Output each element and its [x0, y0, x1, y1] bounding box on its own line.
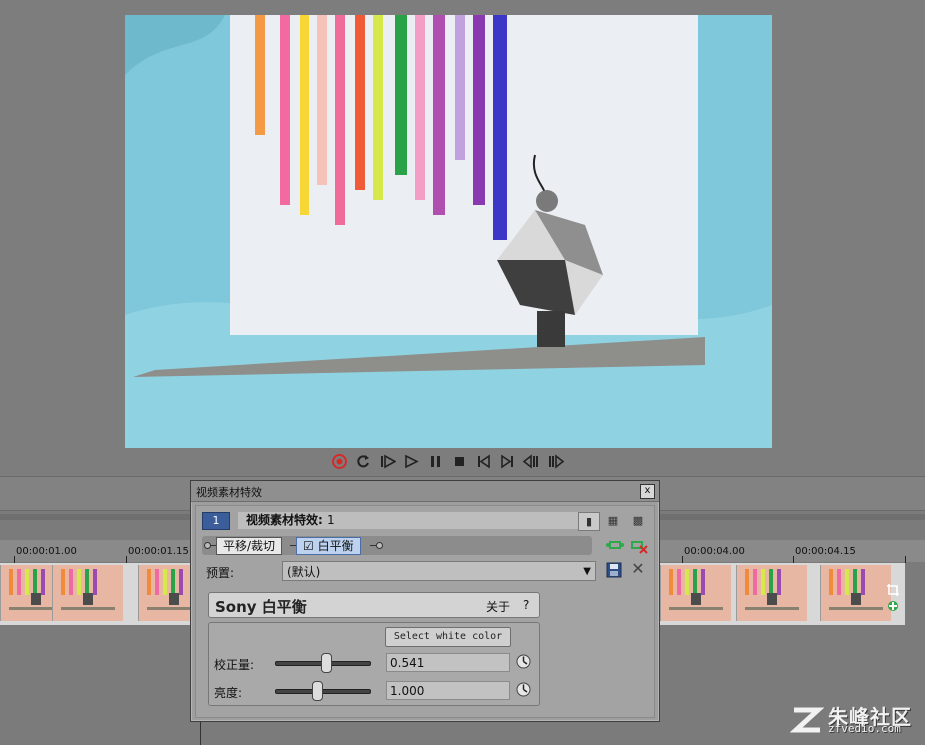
- ruler-tick: [793, 556, 794, 563]
- dialog-body: 1 视频素材特效: 1 ▮ ▦ ▩ 平移/裁切 ☑ 白平衡 预置: (默认) ▼…: [195, 505, 655, 718]
- ruler-tick: [14, 556, 15, 563]
- keyframe-dial-icon[interactable]: [516, 654, 531, 669]
- chain-label-prefix: 视频素材特效:: [246, 513, 327, 527]
- plugin-chain-tools: [606, 536, 650, 556]
- next-frame-icon[interactable]: [546, 452, 565, 470]
- go-to-end-icon[interactable]: [498, 452, 517, 470]
- single-view-icon[interactable]: ▮: [578, 512, 600, 531]
- help-button[interactable]: ?: [523, 598, 529, 612]
- plugin-node-pan-crop[interactable]: 平移/裁切: [216, 537, 283, 555]
- chevron-down-icon[interactable]: ▼: [583, 562, 591, 582]
- save-preset-icon[interactable]: [606, 562, 622, 578]
- ruler-tick-label: 00:00:04.00: [684, 546, 745, 557]
- ruler-tick: [126, 556, 127, 563]
- chain-label-count: 1: [326, 513, 335, 527]
- previous-frame-icon[interactable]: [522, 452, 541, 470]
- select-white-color-button[interactable]: Select white color: [385, 627, 511, 647]
- video-event-fx-dialog: 视频素材特效 x 1 视频素材特效: 1 ▮ ▦ ▩ 平移/裁切 ☑ 白平衡 预…: [190, 480, 660, 722]
- clip-thumbnail: [736, 565, 807, 621]
- correction-slider-thumb[interactable]: [321, 653, 332, 673]
- record-icon[interactable]: [330, 452, 349, 470]
- watermark-url: zfvedio.com: [828, 722, 901, 735]
- brightness-slider-thumb[interactable]: [312, 681, 323, 701]
- watermark-logo-icon: [789, 704, 825, 737]
- play-from-start-icon[interactable]: [378, 452, 397, 470]
- delete-preset-icon[interactable]: ✕: [630, 560, 646, 578]
- close-button[interactable]: x: [640, 484, 655, 499]
- ruler-tick: [682, 556, 683, 563]
- preview-image: [125, 15, 772, 448]
- watermark: 朱峰社区 zfvedio.com: [789, 698, 920, 740]
- preset-label: 预置:: [206, 566, 235, 580]
- fx-chain-row: 1 视频素材特效: 1: [202, 512, 592, 530]
- param-row-correction: 校正量: 0.541: [209, 651, 539, 675]
- video-preview-frame[interactable]: [125, 15, 772, 448]
- grid-view-icon[interactable]: ▦: [603, 512, 623, 529]
- play-icon[interactable]: [402, 452, 421, 470]
- keyframe-dial-icon[interactable]: [516, 682, 531, 697]
- param-label: 亮度:: [214, 686, 243, 700]
- remove-plugin-icon[interactable]: [630, 538, 648, 557]
- clip-thumbnail: [52, 565, 123, 621]
- chain-end-node: [376, 542, 383, 549]
- ruler-tick: [905, 556, 906, 563]
- dialog-titlebar[interactable]: 视频素材特效 x: [191, 481, 659, 502]
- ruler-tick-label: 00:00:04.15: [795, 546, 856, 557]
- wide-grid-view-icon[interactable]: ▩: [628, 512, 648, 529]
- plugin-enabled-checkbox-icon[interactable]: ☑: [303, 539, 318, 553]
- clip-thumbnail: [660, 565, 731, 621]
- brightness-value-field[interactable]: 1.000: [386, 681, 510, 700]
- stop-icon[interactable]: [450, 452, 469, 470]
- fx-chain-label: 视频素材特效: 1: [238, 512, 582, 529]
- fx-chain-icon[interactable]: 1: [202, 512, 230, 530]
- video-preview-area: [0, 0, 925, 476]
- pause-icon[interactable]: [426, 452, 445, 470]
- plugin-header: Sony 白平衡 关于 ?: [208, 592, 540, 618]
- about-link[interactable]: 关于: [486, 598, 510, 615]
- clip-fx-icon[interactable]: [886, 599, 900, 616]
- param-label: 校正量:: [214, 658, 255, 672]
- plugin-chain-icon[interactable]: [606, 538, 624, 555]
- loop-icon[interactable]: [354, 452, 373, 470]
- go-to-start-icon[interactable]: [474, 452, 493, 470]
- plugin-node-white-balance[interactable]: ☑ 白平衡: [296, 537, 361, 555]
- clip-event-icons: [884, 583, 902, 617]
- ruler-tick-label: 00:00:01.15: [128, 546, 189, 557]
- brightness-slider-track[interactable]: [275, 689, 371, 694]
- param-row-brightness: 亮度: 1.000: [209, 679, 539, 703]
- preset-value: (默认): [287, 565, 321, 579]
- plugin-name: Sony 白平衡: [215, 598, 307, 616]
- clip-thumbnail: [820, 565, 891, 621]
- transport-controls: [330, 452, 565, 470]
- plugin-parameters-panel: Select white color 校正量: 0.541 亮度: 1.000: [208, 622, 540, 706]
- plugin-node-label: 白平衡: [317, 539, 354, 553]
- correction-value-field[interactable]: 0.541: [386, 653, 510, 672]
- dialog-title: 视频素材特效: [196, 486, 262, 499]
- preset-dropdown[interactable]: (默认) ▼: [282, 561, 596, 581]
- chain-index: 1: [212, 514, 220, 527]
- crop-icon[interactable]: [886, 583, 900, 600]
- ruler-tick-label: 00:00:01.00: [16, 546, 77, 557]
- plugin-chain-bar: 平移/裁切 ☑ 白平衡: [202, 536, 592, 555]
